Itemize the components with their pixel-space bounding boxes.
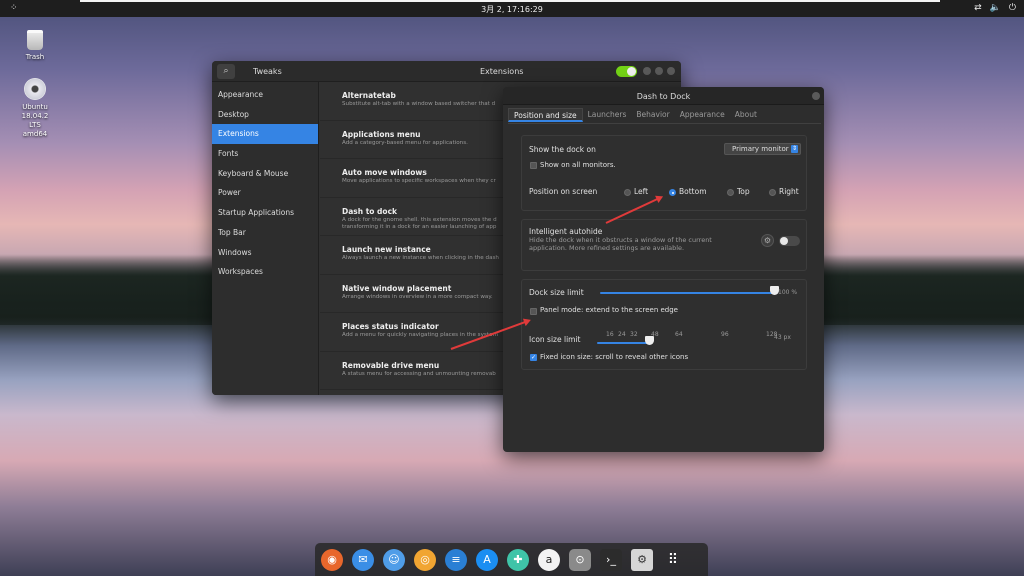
search-icon[interactable]: ⌕: [217, 64, 235, 79]
sidebar-item-top-bar[interactable]: Top Bar: [212, 223, 318, 243]
desktop-icon-trash[interactable]: Trash: [5, 30, 65, 62]
top-strip: [80, 0, 940, 2]
dash-settings-icon[interactable]: ⚙: [631, 548, 653, 576]
dialog-body: Show the dock on Primary monitor ⇕ Show …: [508, 123, 821, 447]
terminal-icon[interactable]: ›_: [600, 548, 622, 571]
dock-size-label: Dock size limit: [529, 288, 584, 297]
desktop-icon-cd[interactable]: Ubuntu 18.04.2 LTS amd64: [5, 78, 65, 139]
top-bar: ⁘ 3月 2, 17:16:29 ⇄ 🔈 ⏻: [0, 0, 1024, 17]
writer-icon[interactable]: ≡: [445, 548, 467, 571]
tab-launchers[interactable]: Launchers: [583, 108, 632, 122]
trash-icon: [27, 30, 43, 50]
window-controls: [643, 67, 675, 75]
monitor-select-value: Primary monitor: [732, 145, 789, 153]
autohide-label: Intelligent autohide: [529, 227, 603, 236]
tick-label: 64: [675, 331, 683, 338]
thunderbird-icon[interactable]: ✉: [352, 548, 374, 571]
autohide-description: Hide the dock when it obstructs a window…: [529, 236, 712, 252]
power-icon[interactable]: ⏻: [1009, 3, 1016, 13]
cd-icon: [24, 78, 46, 100]
tab-about[interactable]: About: [730, 108, 762, 122]
finder-icon[interactable]: ☺: [383, 548, 405, 571]
autohide-group: Intelligent autohide Hide the dock when …: [521, 219, 807, 271]
sidebar-item-workspaces[interactable]: Workspaces: [212, 262, 318, 282]
dock-size-slider[interactable]: [600, 292, 775, 294]
position-right-radio[interactable]: [769, 189, 776, 196]
icon-size-slider[interactable]: [597, 342, 647, 344]
dock-size-value: 100 %: [778, 289, 798, 296]
autohide-toggle[interactable]: [779, 236, 800, 246]
fixed-icon-size-checkbox[interactable]: ✓: [530, 354, 537, 361]
tick-label: 24: [618, 331, 626, 338]
tab-appearance[interactable]: Appearance: [675, 108, 730, 122]
size-group: Dock size limit 100 % Panel mode: extend…: [521, 279, 807, 370]
rhythmbox-icon[interactable]: ◎: [414, 548, 436, 571]
sidebar-item-keyboard-mouse[interactable]: Keyboard & Mouse: [212, 164, 318, 184]
dialog-title: Dash to Dock: [636, 92, 691, 101]
app-store-icon[interactable]: A: [476, 548, 498, 571]
desktop-icon-label: Ubuntu 18.04.2 LTS amd64: [21, 103, 49, 138]
firefox-icon[interactable]: ◉: [321, 548, 343, 576]
help-icon[interactable]: ✚: [507, 548, 529, 571]
icon-size-value: 43 px: [774, 334, 791, 341]
position-left-radio[interactable]: [624, 189, 631, 196]
fixed-icon-size-label: Fixed icon size: scroll to reveal other …: [540, 353, 689, 361]
dash-to-dock-dialog: Dash to Dock Position and size Launchers…: [503, 87, 824, 452]
tweaks-icon[interactable]: ⊙: [569, 548, 591, 576]
dialog-tabs: Position and size Launchers Behavior App…: [508, 108, 762, 122]
icon-size-label: Icon size limit: [529, 335, 581, 344]
tick-label: 16: [606, 331, 614, 338]
sidebar-item-appearance[interactable]: Appearance: [212, 85, 318, 105]
monitor-select[interactable]: Primary monitor ⇕: [724, 143, 801, 155]
tick-label: 96: [721, 331, 729, 338]
panel-mode-checkbox[interactable]: [530, 308, 537, 315]
tick-label: 32: [630, 331, 638, 338]
position-on-screen-label: Position on screen: [529, 187, 598, 196]
network-icon[interactable]: ⇄: [974, 3, 982, 13]
desktop-icon-label: Trash: [25, 53, 45, 61]
close-icon[interactable]: [812, 92, 820, 100]
chevron-updown-icon: ⇕: [791, 145, 798, 153]
panel-title: Extensions: [480, 67, 524, 76]
amazon-icon[interactable]: a: [538, 548, 560, 571]
icon-size-knob[interactable]: [645, 336, 654, 345]
show-all-monitors-label: Show on all monitors.: [540, 161, 616, 169]
show-dock-on-label: Show the dock on: [529, 145, 596, 154]
tweaks-sidebar: Appearance Desktop Extensions Fonts Keyb…: [212, 82, 319, 395]
system-tray[interactable]: ⇄ 🔈 ⏻: [974, 3, 1016, 13]
tweaks-header: ⌕ Tweaks Extensions: [212, 61, 681, 82]
sidebar-item-startup-applications[interactable]: Startup Applications: [212, 203, 318, 223]
show-all-monitors-checkbox[interactable]: [530, 162, 537, 169]
show-apps-icon[interactable]: ⠿: [662, 549, 684, 571]
sidebar-item-extensions[interactable]: Extensions: [212, 124, 318, 145]
tweaks-title: Tweaks: [253, 67, 282, 76]
gear-icon[interactable]: ⚙: [761, 234, 774, 247]
dock: ◉ ✉ ☺ ◎ ≡ A ✚ a ⊙ ›_ ⚙ ⠿: [315, 543, 708, 576]
panel-mode-label: Panel mode: extend to the screen edge: [540, 306, 678, 314]
extensions-master-switch[interactable]: [616, 66, 637, 77]
position-left-label: Left: [634, 187, 649, 196]
position-top-label: Top: [737, 187, 750, 196]
position-bottom-label: Bottom: [679, 187, 707, 196]
dialog-header: Dash to Dock: [503, 87, 824, 105]
position-right-label: Right: [779, 187, 799, 196]
minimize-icon[interactable]: [643, 67, 651, 75]
sidebar-item-desktop[interactable]: Desktop: [212, 105, 318, 125]
sidebar-item-power[interactable]: Power: [212, 183, 318, 203]
position-top-radio[interactable]: [727, 189, 734, 196]
volume-icon[interactable]: 🔈: [990, 3, 1001, 13]
position-bottom-radio[interactable]: [669, 189, 676, 196]
sidebar-item-fonts[interactable]: Fonts: [212, 144, 318, 164]
tab-behavior[interactable]: Behavior: [631, 108, 674, 122]
maximize-icon[interactable]: [655, 67, 663, 75]
sidebar-item-windows[interactable]: Windows: [212, 243, 318, 263]
close-icon[interactable]: [667, 67, 675, 75]
tab-position-and-size[interactable]: Position and size: [508, 108, 583, 122]
clock[interactable]: 3月 2, 17:16:29: [0, 4, 1024, 15]
